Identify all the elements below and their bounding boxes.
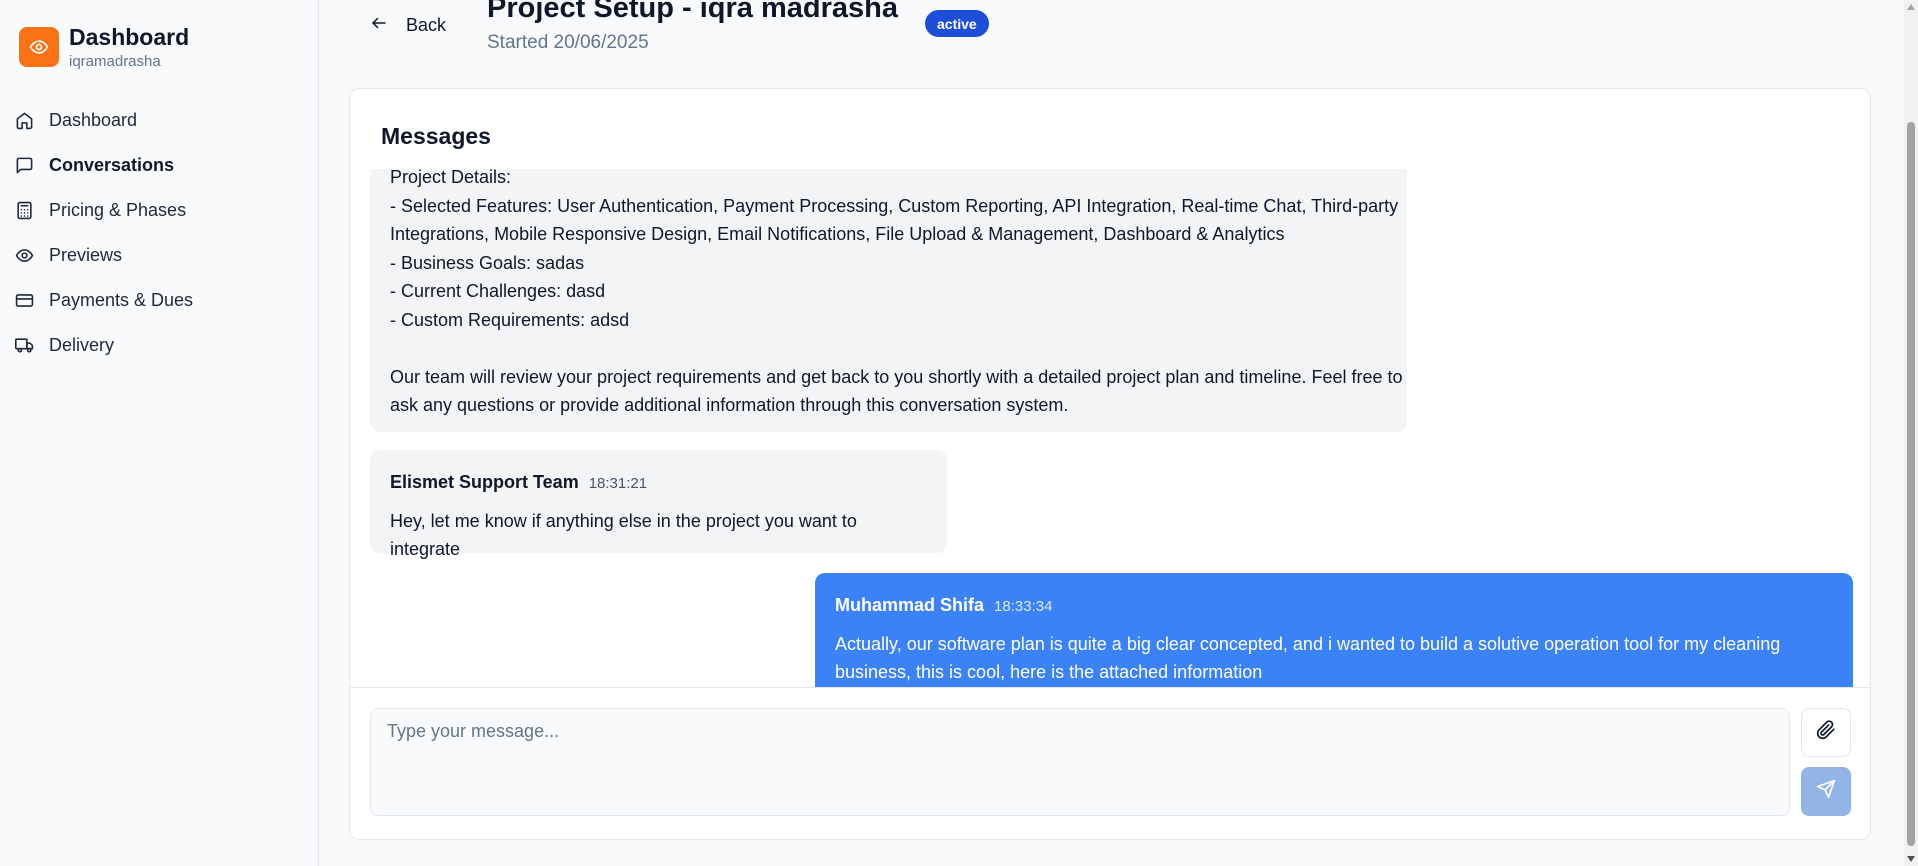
sidebar-item-label: Payments & Dues bbox=[49, 290, 194, 310]
credit-card-icon bbox=[14, 291, 34, 311]
page-scrollbar[interactable] bbox=[1904, 0, 1918, 866]
own-message-bubble: Muhammad Shifa 18:33:34 Actually, our so… bbox=[815, 573, 1853, 687]
message-composer bbox=[350, 687, 1870, 839]
message-sender: Elismet Support Team bbox=[390, 472, 579, 492]
send-button[interactable] bbox=[1801, 767, 1851, 816]
sidebar-item-pricing[interactable]: Pricing & Phases bbox=[0, 188, 319, 233]
truck-icon bbox=[14, 336, 34, 356]
messages-list[interactable]: Project Details: - Selected Features: Us… bbox=[350, 169, 1870, 687]
message-time: 18:31:21 bbox=[588, 475, 648, 492]
message-bubble: Elismet Support Team 18:31:21 Hey, let m… bbox=[370, 450, 947, 559]
sidebar-item-label: Delivery bbox=[49, 335, 115, 355]
message-line: Integrations, Mobile Responsive Design, … bbox=[390, 224, 1285, 244]
message-time: 18:33:34 bbox=[994, 598, 1053, 615]
sidebar-item-delivery[interactable]: Delivery bbox=[0, 323, 319, 368]
message-input[interactable] bbox=[370, 708, 1790, 816]
arrow-left-icon bbox=[370, 14, 388, 37]
message-line: - Current Challenges: dasd bbox=[390, 281, 606, 301]
sidebar-item-label: Dashboard bbox=[49, 110, 138, 130]
eye-icon bbox=[14, 246, 34, 266]
message-line: ask any questions or provide additional … bbox=[390, 395, 1069, 415]
message-line: - Custom Requirements: adsd bbox=[390, 309, 630, 330]
message-line: - Business Goals: sadas bbox=[390, 252, 585, 273]
page-title: Project Setup - iqra madrasha bbox=[487, 0, 898, 24]
status-badge: active bbox=[925, 10, 989, 37]
message-line: Our team will review your project requir… bbox=[390, 366, 1403, 387]
message-sender: Muhammad Shifa bbox=[835, 595, 985, 615]
messages-card: Messages Project Details: - Selected Fea… bbox=[349, 88, 1871, 840]
message-text: Hey, let me know if anything else in the… bbox=[390, 510, 857, 560]
message-line: Project Details: bbox=[390, 169, 512, 187]
message-square-icon bbox=[14, 156, 34, 176]
scroll-down-arrow[interactable] bbox=[1907, 856, 1915, 862]
sidebar: Dashboard iqramadrasha Dashboard Convers… bbox=[0, 0, 319, 866]
brand-title: Dashboard bbox=[69, 24, 190, 50]
home-icon bbox=[14, 111, 34, 131]
sidebar-nav: Dashboard Conversations Pricing & Phases… bbox=[0, 98, 319, 368]
message-line: - Selected Features: User Authentication… bbox=[390, 195, 1399, 216]
brand-subtitle: iqramadrasha bbox=[69, 53, 161, 70]
scroll-thumb[interactable] bbox=[1907, 122, 1915, 846]
send-icon bbox=[1816, 779, 1836, 804]
sidebar-item-payments[interactable]: Payments & Dues bbox=[0, 278, 319, 323]
calculator-icon bbox=[14, 201, 34, 221]
message-text: business, this is cool, here is the atta… bbox=[835, 662, 1263, 682]
sidebar-item-dashboard[interactable]: Dashboard bbox=[0, 98, 319, 143]
eye-icon bbox=[19, 27, 59, 67]
sidebar-item-label: Previews bbox=[49, 245, 123, 265]
messages-title: Messages bbox=[381, 123, 491, 149]
back-button[interactable]: Back bbox=[370, 8, 446, 42]
message-text: Actually, our software plan is quite a b… bbox=[835, 633, 1781, 654]
paperclip-icon bbox=[1816, 720, 1836, 745]
sidebar-item-conversations[interactable]: Conversations bbox=[0, 143, 319, 188]
scroll-up-arrow[interactable] bbox=[1907, 4, 1915, 10]
sidebar-item-label: Conversations bbox=[49, 155, 175, 175]
attach-button[interactable] bbox=[1801, 708, 1851, 757]
sidebar-item-label: Pricing & Phases bbox=[49, 200, 187, 220]
back-label: Back bbox=[406, 14, 447, 35]
message-bubble: Project Details: - Selected Features: Us… bbox=[370, 169, 1407, 432]
started-date: Started 20/06/2025 bbox=[487, 32, 649, 53]
brand[interactable]: Dashboard iqramadrasha bbox=[19, 22, 189, 72]
sidebar-item-previews[interactable]: Previews bbox=[0, 233, 319, 278]
